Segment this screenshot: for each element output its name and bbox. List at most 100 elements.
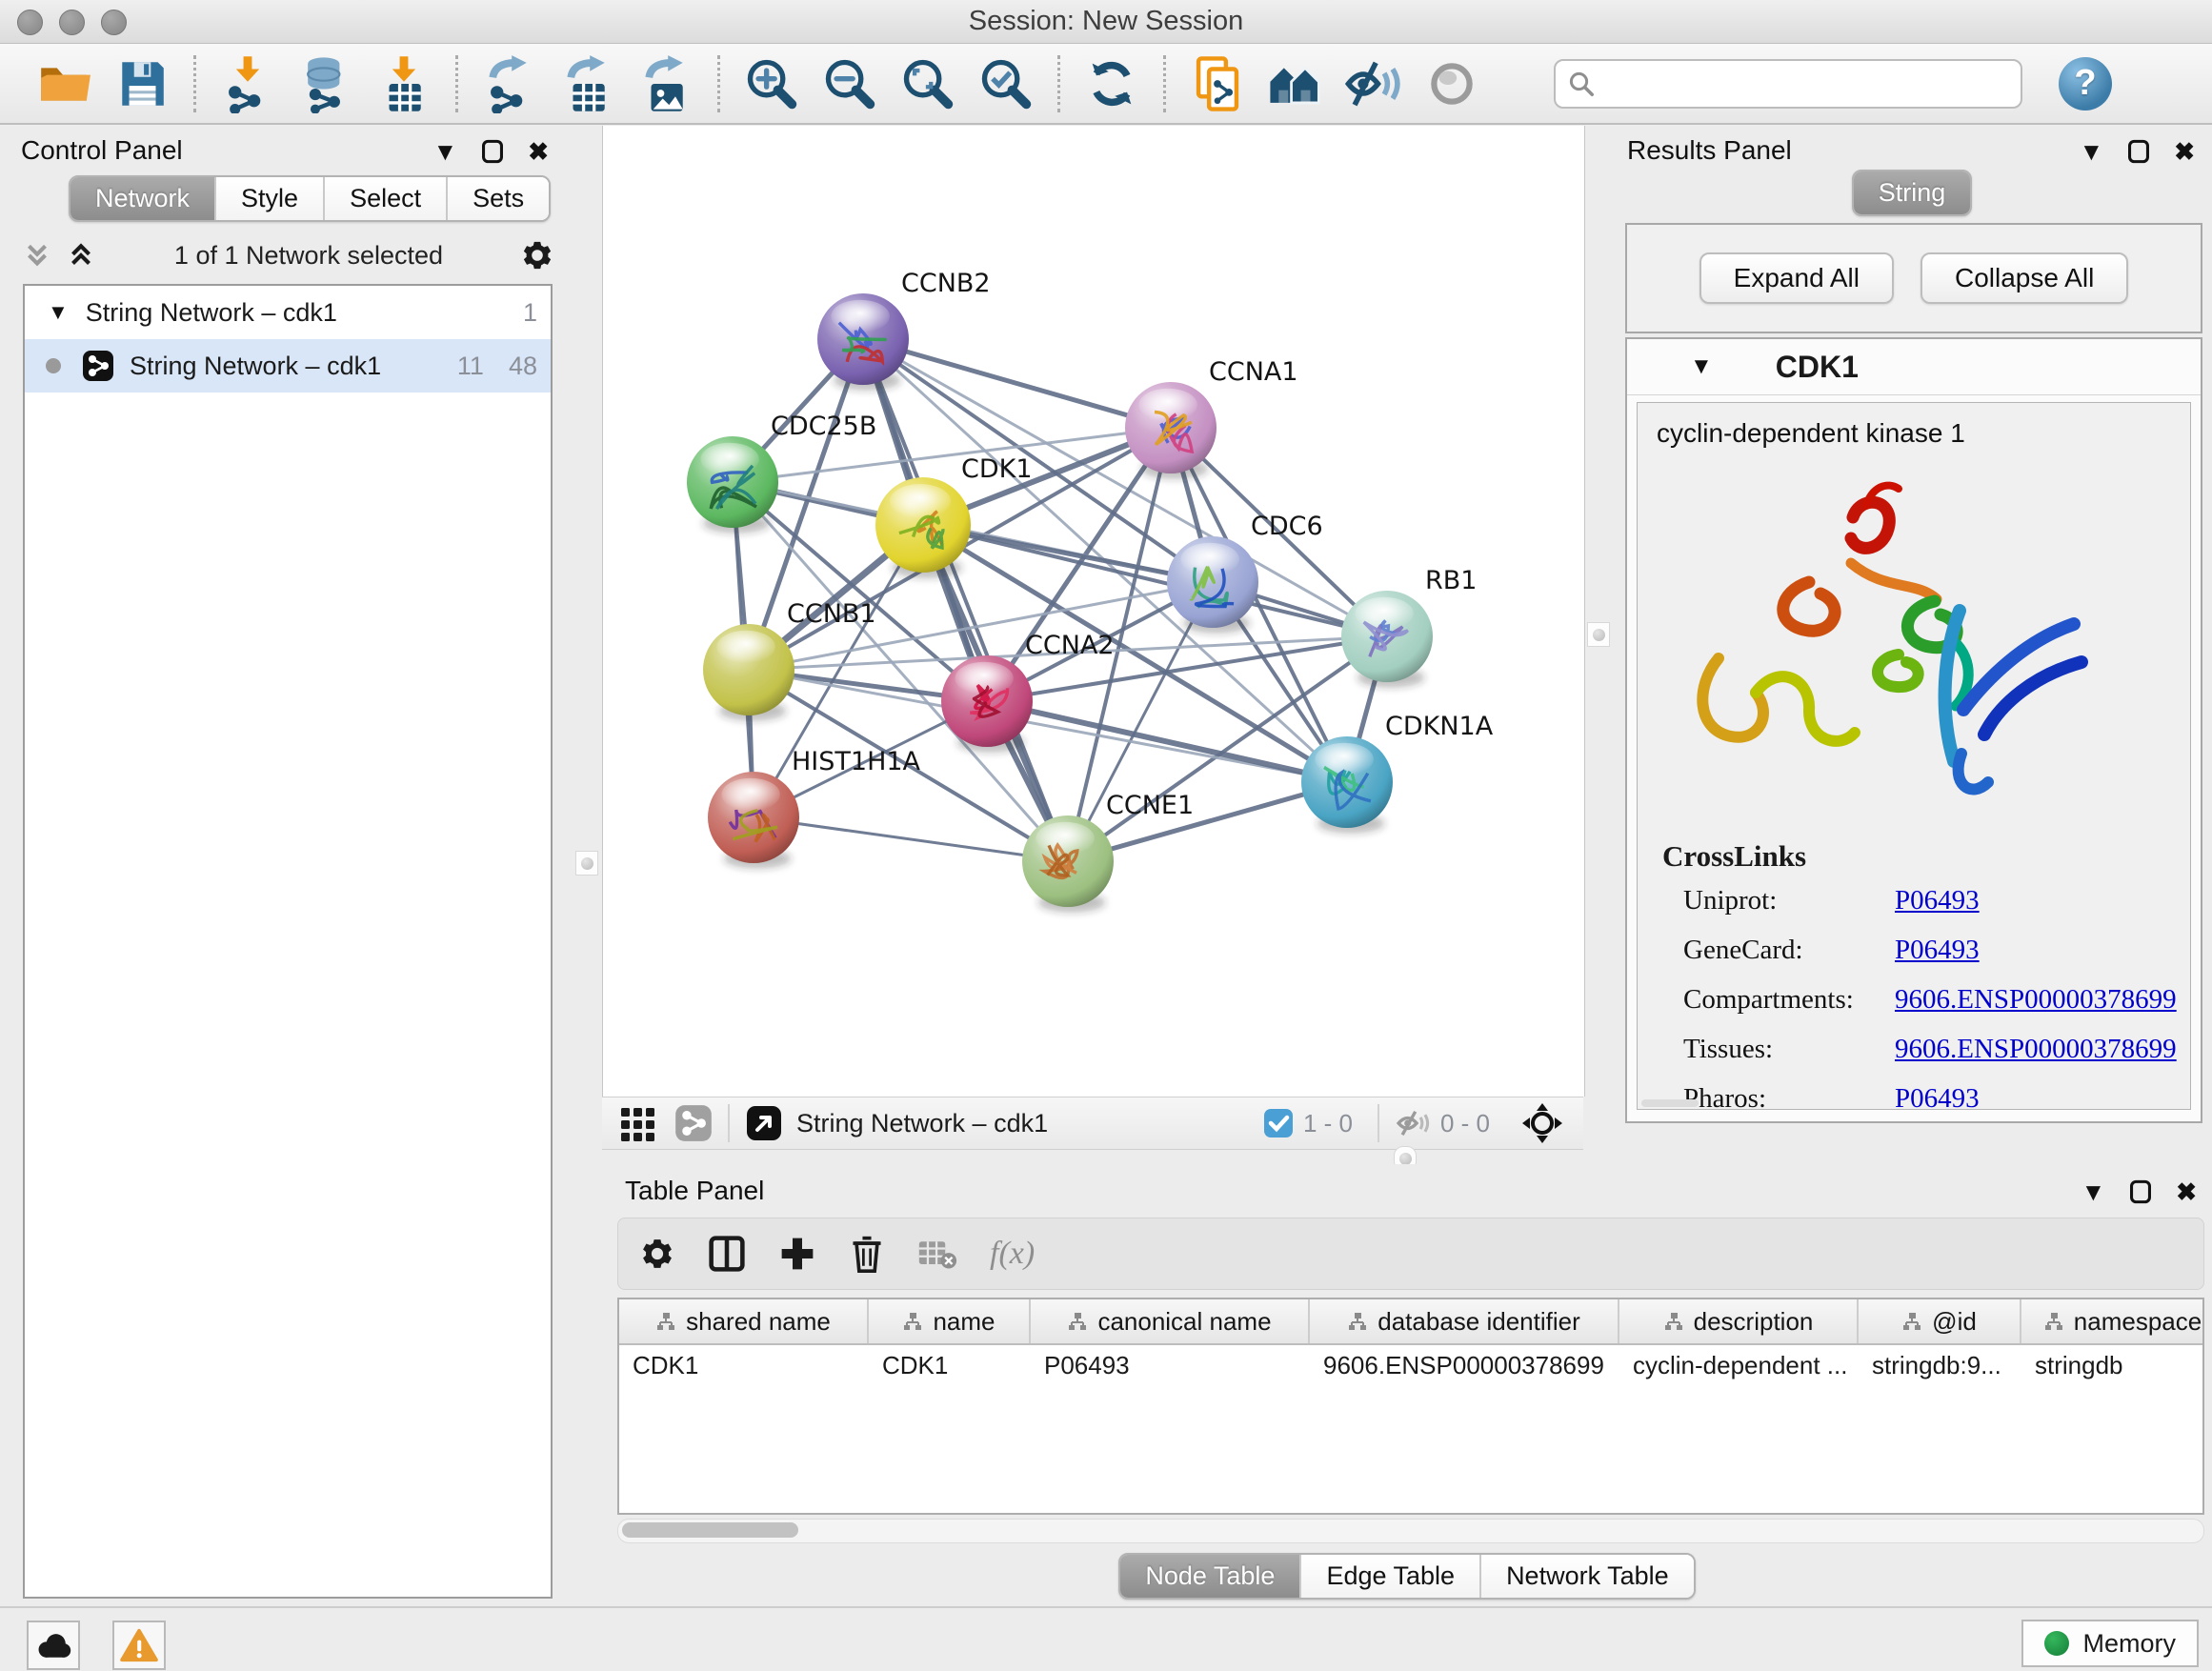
- apply-layout-button[interactable]: [1080, 52, 1143, 115]
- svg-text:CDC25B: CDC25B: [771, 412, 876, 441]
- crosslink-link[interactable]: P06493: [1895, 1083, 1980, 1110]
- open-session-button[interactable]: [32, 52, 95, 115]
- table-cell[interactable]: P06493: [1031, 1345, 1310, 1389]
- search-field[interactable]: [1554, 59, 2022, 109]
- svg-text:CCNB2: CCNB2: [901, 269, 991, 298]
- zoom-selected-button[interactable]: [975, 52, 1037, 115]
- network-graph[interactable]: CCNB2CCNA1CDC25BCDK1CDC6RB1CCNB1CCNA2CDK…: [603, 126, 1584, 1097]
- table-row[interactable]: CDK1CDK1P064939606.ENSP00000378699cyclin…: [619, 1345, 2202, 1389]
- zoom-fit-button[interactable]: [896, 52, 959, 115]
- close-panel-icon[interactable]: ✖: [528, 139, 549, 164]
- toolbar-separator: [455, 55, 458, 112]
- memory-label: Memory: [2082, 1629, 2176, 1659]
- crosslink-link[interactable]: P06493: [1895, 935, 1980, 966]
- table-cell[interactable]: stringdb: [2021, 1345, 2204, 1389]
- collapse-protein-icon[interactable]: ▼: [1690, 355, 1713, 378]
- collapse-all-icon[interactable]: [21, 239, 53, 272]
- tree-expand-icon[interactable]: ▼: [48, 302, 69, 323]
- title-bar: Session: New Session: [0, 0, 2212, 44]
- warnings-button[interactable]: [112, 1621, 166, 1670]
- selected-checkbox-icon[interactable]: [1263, 1108, 1294, 1138]
- table-cell[interactable]: 9606.ENSP00000378699: [1310, 1345, 1619, 1389]
- clone-network-button[interactable]: [1186, 52, 1249, 115]
- column-type-icon: [655, 1311, 676, 1332]
- network-canvas[interactable]: CCNB2CCNA1CDC25BCDK1CDC6RB1CCNB1CCNA2CDK…: [602, 126, 1585, 1097]
- memory-button[interactable]: Memory: [2021, 1620, 2199, 1667]
- node-table[interactable]: shared namenamecanonical namedatabase id…: [617, 1298, 2204, 1515]
- float-panel-icon[interactable]: [481, 139, 504, 164]
- tab-string[interactable]: String: [1854, 171, 1971, 214]
- panel-menu-icon[interactable]: ▼: [2079, 139, 2103, 164]
- save-session-button[interactable]: [111, 52, 173, 115]
- help-button[interactable]: ?: [2059, 57, 2112, 111]
- column-header[interactable]: shared name: [619, 1299, 869, 1343]
- protein-header[interactable]: ▼ CDK1: [1627, 339, 2201, 395]
- crosslink-link[interactable]: P06493: [1895, 885, 1980, 916]
- zoom-out-button[interactable]: [818, 52, 881, 115]
- svg-text:RB1: RB1: [1425, 566, 1477, 595]
- cloud-icon: [34, 1630, 72, 1661]
- results-horizontal-scrollbar[interactable]: [1641, 1099, 1699, 1107]
- tab-network-table[interactable]: Network Table: [1479, 1555, 1694, 1598]
- zoom-in-button[interactable]: [740, 52, 803, 115]
- export-image-button[interactable]: [634, 52, 697, 115]
- grid-view-icon[interactable]: [619, 1104, 657, 1142]
- import-table-button[interactable]: [372, 52, 435, 115]
- add-column-icon[interactable]: [778, 1235, 816, 1273]
- tab-select[interactable]: Select: [323, 177, 446, 220]
- column-header[interactable]: description: [1619, 1299, 1859, 1343]
- network-row[interactable]: String Network – cdk1 11 48: [25, 339, 551, 393]
- close-panel-icon[interactable]: ✖: [2176, 1179, 2197, 1204]
- table-settings-gear-icon[interactable]: [639, 1236, 675, 1272]
- column-header[interactable]: namespace: [2021, 1299, 2204, 1343]
- table-horizontal-scrollbar[interactable]: [617, 1519, 2204, 1543]
- export-network-button[interactable]: [478, 52, 541, 115]
- left-splitter-grip[interactable]: [575, 851, 598, 876]
- table-cell[interactable]: cyclin-dependent ...: [1619, 1345, 1859, 1389]
- birds-eye-icon[interactable]: [1520, 1101, 1564, 1145]
- panel-menu-icon[interactable]: ▼: [432, 139, 457, 164]
- column-header[interactable]: @id: [1859, 1299, 2021, 1343]
- zoom-selected-icon: [977, 55, 1035, 112]
- float-panel-icon[interactable]: [2129, 1179, 2152, 1204]
- collapse-all-button[interactable]: Collapse All: [1920, 252, 2128, 304]
- export-table-button[interactable]: [556, 52, 619, 115]
- table-cell[interactable]: stringdb:9...: [1859, 1345, 2021, 1389]
- delete-column-icon[interactable]: [849, 1235, 885, 1273]
- table-cell[interactable]: CDK1: [619, 1345, 869, 1389]
- crosslink-row: GeneCard: P06493: [1683, 935, 2190, 966]
- panel-menu-icon[interactable]: ▼: [2081, 1179, 2105, 1204]
- tab-style[interactable]: Style: [214, 177, 323, 220]
- table-panel-title: Table Panel: [625, 1176, 764, 1206]
- column-header[interactable]: canonical name: [1031, 1299, 1310, 1343]
- tab-network[interactable]: Network: [70, 177, 214, 220]
- close-panel-icon[interactable]: ✖: [2174, 139, 2195, 164]
- search-input[interactable]: [1596, 68, 2009, 99]
- gear-icon[interactable]: [520, 238, 554, 272]
- show-hidden-button[interactable]: [1420, 52, 1483, 115]
- tab-node-table[interactable]: Node Table: [1120, 1555, 1299, 1598]
- toolbar-separator: [1377, 1104, 1379, 1142]
- tab-edge-table[interactable]: Edge Table: [1299, 1555, 1479, 1598]
- crosslink-link[interactable]: 9606.ENSP00000378699: [1895, 984, 2177, 1016]
- float-panel-icon[interactable]: [2127, 139, 2150, 164]
- network-collection-row[interactable]: ▼ String Network – cdk1 1: [25, 286, 551, 339]
- table-cell[interactable]: CDK1: [869, 1345, 1031, 1389]
- show-all-nodes-button[interactable]: [1264, 52, 1327, 115]
- right-splitter-grip[interactable]: [1587, 622, 1610, 647]
- expand-all-button[interactable]: Expand All: [1699, 252, 1894, 304]
- import-network-button[interactable]: [216, 52, 279, 115]
- expand-all-icon[interactable]: [65, 239, 97, 272]
- cloud-status-button[interactable]: [27, 1621, 80, 1670]
- houses-icon: [1266, 54, 1325, 113]
- tab-sets[interactable]: Sets: [446, 177, 549, 220]
- show-columns-icon[interactable]: [708, 1235, 746, 1273]
- crosslink-link[interactable]: 9606.ENSP00000378699: [1895, 1034, 2177, 1065]
- column-header[interactable]: name: [869, 1299, 1031, 1343]
- function-builder-icon: f(x): [990, 1236, 1035, 1272]
- network-view-icon[interactable]: [674, 1104, 713, 1142]
- column-header[interactable]: database identifier: [1310, 1299, 1619, 1343]
- import-network-from-database-button[interactable]: [294, 52, 357, 115]
- detach-view-icon[interactable]: [745, 1104, 783, 1142]
- hide-selected-button[interactable]: [1342, 52, 1405, 115]
